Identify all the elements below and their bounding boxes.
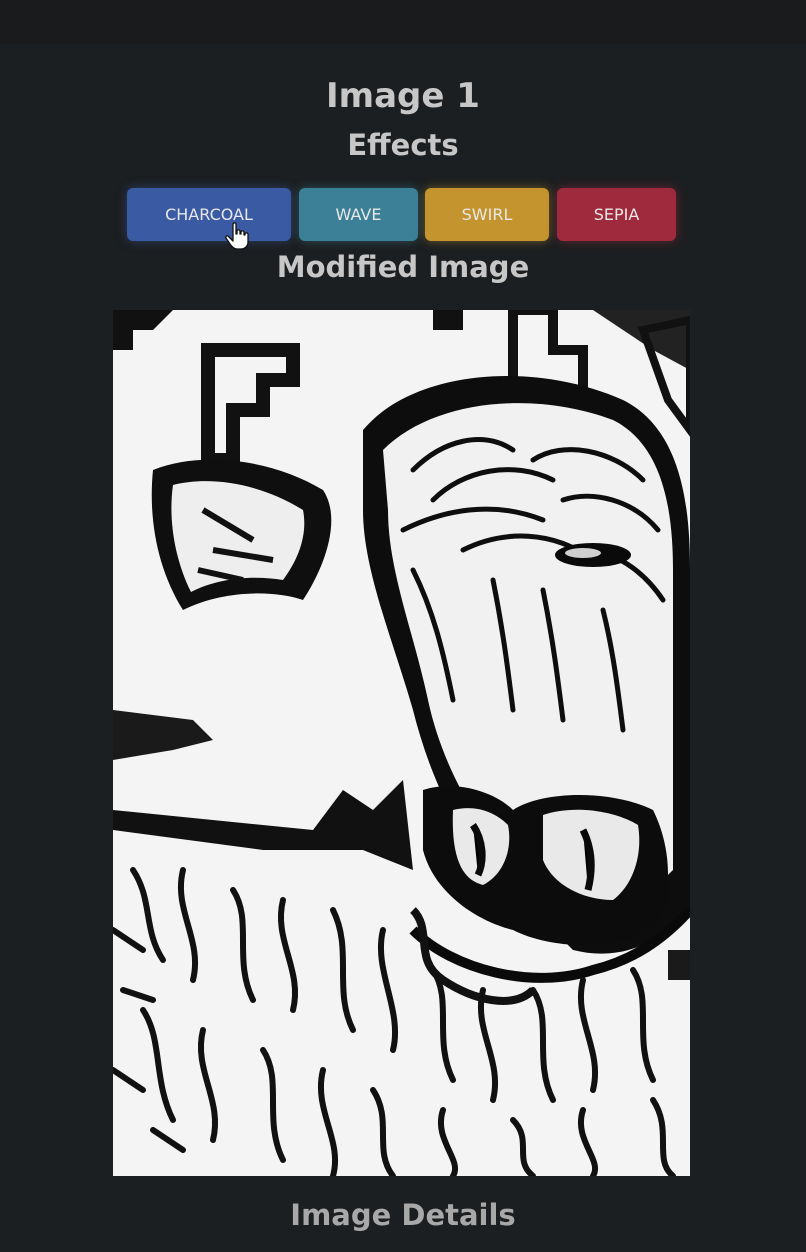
swirl-button[interactable]: SWIRL: [425, 188, 549, 241]
wave-button[interactable]: WAVE: [299, 188, 418, 241]
sepia-button[interactable]: SEPIA: [557, 188, 676, 241]
hand-pointer-icon: [225, 222, 249, 250]
charcoal-button[interactable]: CHARCOAL: [127, 188, 291, 241]
top-bar: [0, 0, 806, 44]
page-title: Image 1: [326, 76, 480, 116]
effects-heading: Effects: [347, 128, 459, 162]
charcoal-cow-image: [113, 310, 690, 1176]
modified-image: [113, 310, 690, 1176]
modified-image-heading: Modified Image: [276, 250, 530, 284]
image-details-heading: Image Details: [290, 1198, 516, 1232]
